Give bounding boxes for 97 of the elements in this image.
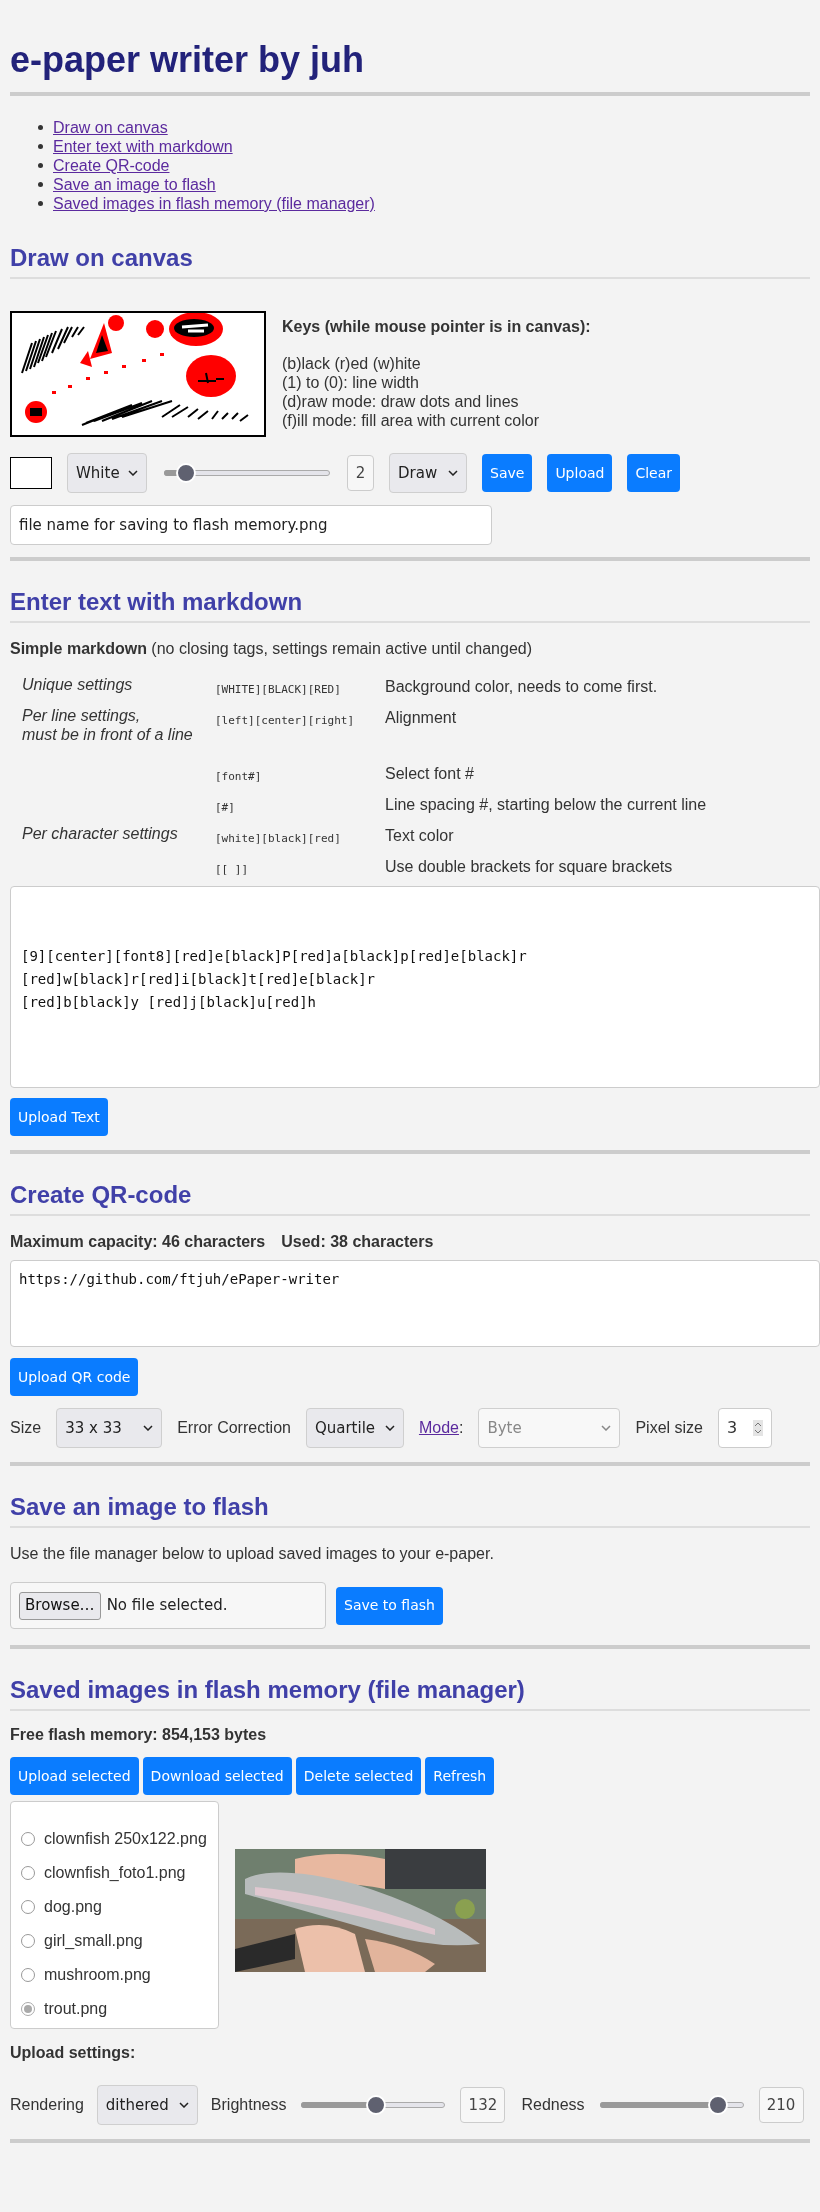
toc-link[interactable]: Save an image to flash bbox=[53, 175, 216, 194]
field-label: Redness bbox=[521, 2095, 585, 2115]
button[interactable]: Upload selected bbox=[10, 1757, 139, 1795]
caret-icon bbox=[601, 1425, 612, 1431]
file-list-item[interactable]: girl_small.png bbox=[21, 1924, 218, 1958]
value-field: 2 bbox=[347, 455, 374, 491]
table-cell: Alignment bbox=[385, 709, 457, 726]
settings-title: Upload settings: bbox=[10, 2043, 137, 2063]
select-dropdown[interactable]: 33 x 33 bbox=[56, 1408, 163, 1448]
slider[interactable] bbox=[599, 2095, 744, 2115]
code-cell: [white][black][red] bbox=[215, 832, 341, 845]
capacity-text: Maximum capacity: 46 characters bbox=[10, 1232, 266, 1252]
toc-link[interactable]: Saved images in flash memory (file manager) bbox=[53, 194, 375, 213]
bullet-icon bbox=[38, 125, 43, 130]
radio-button[interactable] bbox=[21, 1968, 35, 1982]
button[interactable]: Delete selected bbox=[295, 1757, 422, 1795]
file-list-item[interactable]: dog.png bbox=[21, 1890, 218, 1924]
file-input[interactable]: Browse… No file selected. bbox=[10, 1582, 326, 1629]
caret-icon bbox=[178, 2102, 189, 2108]
field-label: Size bbox=[10, 1418, 42, 1438]
radio-button[interactable] bbox=[21, 1832, 35, 1846]
table-cell: Use double brackets for square brackets bbox=[385, 858, 673, 875]
file-list-item[interactable]: clownfish_foto1.png bbox=[21, 1856, 218, 1890]
button[interactable]: Save to flash bbox=[336, 1586, 443, 1625]
text-area[interactable]: https://github.com/ftjuh/ePaper-writer bbox=[10, 1260, 820, 1347]
radio-button[interactable] bbox=[21, 1900, 35, 1914]
bullet-icon bbox=[38, 201, 43, 206]
value-field: 132 bbox=[460, 2087, 506, 2123]
key-help-text: (b)lack (r)ed (w)hite bbox=[282, 354, 422, 373]
spinner-icon bbox=[753, 1420, 763, 1436]
button[interactable]: Upload QR code bbox=[10, 1358, 139, 1396]
bullet-icon bbox=[38, 144, 43, 149]
note-text: Use the file manager below to upload saved images to your e-paper. bbox=[10, 1544, 495, 1564]
button[interactable]: Upload bbox=[547, 454, 613, 492]
code-cell: [[ ]] bbox=[215, 863, 249, 876]
field-label: Brightness bbox=[210, 2095, 287, 2115]
table-cell: Text color bbox=[385, 827, 454, 844]
button[interactable]: Clear bbox=[627, 454, 681, 492]
table-cell-text: Per line settings, must be in front of a line bbox=[22, 706, 194, 744]
file-list-item[interactable]: clownfish 250x122.png bbox=[21, 1822, 218, 1856]
mode-link[interactable]: Mode bbox=[418, 1416, 459, 1440]
radio-button[interactable] bbox=[21, 1866, 35, 1880]
slider[interactable] bbox=[164, 463, 330, 483]
browse-button[interactable]: Browse… bbox=[19, 1591, 101, 1620]
select-dropdown[interactable]: White bbox=[67, 453, 147, 493]
caret-icon bbox=[128, 470, 138, 476]
select-dropdown[interactable]: Draw bbox=[389, 453, 467, 493]
button[interactable]: Download selected bbox=[142, 1757, 292, 1795]
toc-link[interactable]: Create QR-code bbox=[53, 156, 170, 175]
slider[interactable] bbox=[301, 2095, 446, 2115]
text-area[interactable]: [9][center][font8][red]e[black]P[red]a[black]p[red]e[black]r [red]w[black]r[red]i[black]t[red]e[black]r [red]b[black]y [red]j[black]u[red]h bbox=[10, 886, 820, 1088]
caret-icon bbox=[448, 470, 458, 476]
field-label: : bbox=[458, 1418, 464, 1438]
section-heading: Draw on canvas bbox=[10, 243, 194, 273]
file-list-item[interactable]: mushroom.png bbox=[21, 1958, 218, 1992]
caret-icon bbox=[143, 1425, 154, 1431]
button[interactable]: Refresh bbox=[425, 1757, 495, 1795]
field-label: Rendering bbox=[10, 2095, 84, 2115]
section-heading: Save an image to flash bbox=[10, 1492, 270, 1522]
table-cell: Select font # bbox=[385, 765, 474, 782]
table-cell: Line spacing #, starting below the current line bbox=[385, 796, 707, 813]
file-status: No file selected. bbox=[106, 1595, 228, 1617]
filename-field[interactable]: file name for saving to flash memory.png bbox=[10, 505, 492, 545]
used-text: Used: 38 characters bbox=[281, 1232, 434, 1252]
toc-link[interactable]: Enter text with markdown bbox=[53, 137, 233, 156]
code-cell: [#] bbox=[215, 801, 235, 814]
button[interactable]: Save bbox=[482, 454, 533, 492]
button[interactable]: Upload Text bbox=[10, 1098, 108, 1136]
select-dropdown[interactable]: Quartile bbox=[305, 1408, 404, 1448]
page-title: e-paper writer by juh bbox=[10, 40, 366, 80]
file-list-item[interactable]: trout.png bbox=[21, 1992, 218, 2026]
section-heading: Create QR-code bbox=[10, 1180, 193, 1210]
color-swatch[interactable] bbox=[10, 457, 52, 489]
select-dropdown[interactable]: dithered bbox=[96, 2085, 198, 2125]
bullet-icon bbox=[38, 163, 43, 168]
code-cell: [WHITE][BLACK][RED] bbox=[215, 683, 341, 696]
intro-text: Simple markdown (no closing tags, settings remain active until changed) bbox=[10, 639, 533, 659]
radio-button[interactable] bbox=[21, 1934, 35, 1948]
number-field[interactable]: 3 bbox=[718, 1408, 772, 1448]
code-cell: [font#] bbox=[215, 770, 262, 783]
table-cell: Background color, needs to come first. bbox=[385, 678, 658, 695]
keys-title: Keys (while mouse pointer is in canvas): bbox=[282, 317, 591, 336]
field-label: Pixel size bbox=[635, 1418, 703, 1438]
field-label: Error Correction bbox=[177, 1418, 291, 1438]
section-heading: Saved images in flash memory (file manager) bbox=[10, 1675, 526, 1705]
free-memory-text: Free flash memory: 854,153 bytes bbox=[10, 1725, 268, 1745]
bullet-icon bbox=[38, 182, 43, 187]
section-heading: Enter text with markdown bbox=[10, 587, 304, 617]
key-help-text: (f)ill mode: fill area with current color bbox=[282, 411, 540, 430]
key-help-text: (1) to (0): line width bbox=[282, 373, 420, 392]
caret-icon bbox=[384, 1425, 395, 1431]
toc-link[interactable]: Draw on canvas bbox=[53, 118, 168, 137]
table-cell-text: Per character settings bbox=[22, 824, 179, 843]
value-field: 210 bbox=[758, 2087, 804, 2123]
table-cell-text: Unique settings bbox=[22, 675, 134, 694]
code-cell: [left][center][right] bbox=[215, 714, 355, 727]
key-help-text: (d)raw mode: draw dots and lines bbox=[282, 392, 520, 411]
